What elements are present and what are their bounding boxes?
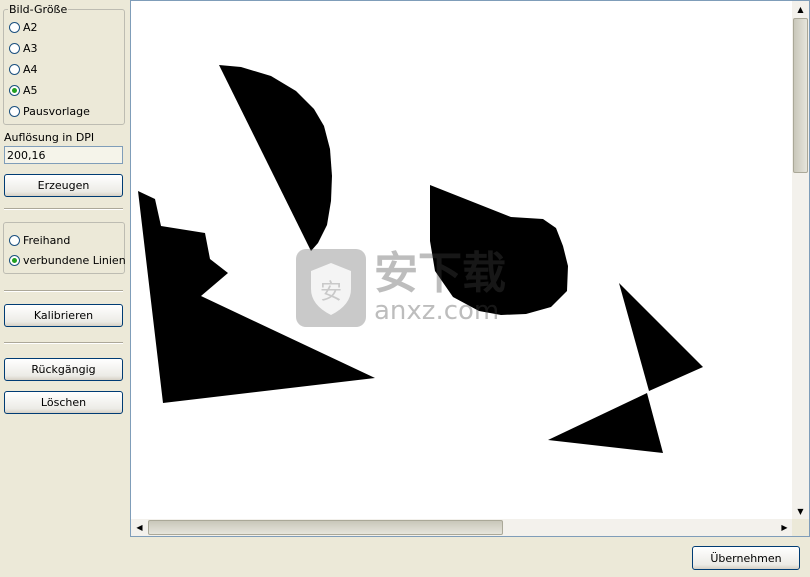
dpi-input[interactable] (4, 146, 123, 164)
shape-triangle-lower-right (548, 393, 663, 453)
vertical-scrollbar[interactable]: ▲ ▼ (792, 1, 809, 520)
svg-text:安: 安 (320, 280, 342, 305)
shape-triangle-upper-right (619, 283, 703, 391)
watermark-text: 安下载 anxz.com (374, 248, 506, 326)
apply-button[interactable]: Übernehmen (692, 546, 800, 570)
size-grip-icon[interactable] (792, 519, 809, 536)
dpi-label: Auflösung in DPI (4, 131, 95, 144)
watermark-shield-icon: 安 (296, 249, 366, 327)
watermark-brand: 安下载 (374, 248, 506, 299)
scroll-up-arrow-icon[interactable]: ▲ (792, 1, 809, 18)
radio-freihand-indicator[interactable] (9, 234, 20, 246)
size-group-legend: Bild-Größe (9, 3, 68, 16)
radio-a5-indicator[interactable] (9, 84, 20, 96)
watermark: 安 安下载 anxz.com (296, 249, 506, 327)
radio-a3-label: A3 (23, 41, 38, 55)
radio-a4[interactable]: A4 (9, 61, 38, 77)
shape-half-disc (219, 65, 332, 251)
watermark-domain: anxz.com (374, 296, 500, 326)
scroll-down-arrow-icon[interactable]: ▼ (792, 503, 809, 520)
left-panel: Bild-Größe A2 A3 A4 A5 Pausvorlage Auflö… (0, 0, 130, 537)
bottom-bar (0, 537, 810, 577)
radio-a4-label: A4 (23, 62, 38, 76)
radio-a4-indicator[interactable] (9, 63, 20, 75)
scroll-right-arrow-icon[interactable]: ▶ (776, 519, 793, 536)
radio-verbundene-linien-indicator[interactable] (9, 254, 20, 266)
radio-a2[interactable]: A2 (9, 19, 38, 35)
calibrate-button[interactable]: Kalibrieren (4, 304, 123, 327)
radio-a5[interactable]: A5 (9, 82, 38, 98)
delete-button[interactable]: Löschen (4, 391, 123, 414)
undo-button[interactable]: Rückgängig (4, 358, 123, 381)
drawing-canvas-frame: 安 安下载 anxz.com ▲ ▼ ◀ ▶ (130, 0, 810, 537)
radio-freihand[interactable]: Freihand (9, 232, 70, 248)
radio-freihand-label: Freihand (23, 233, 71, 247)
radio-a3-indicator[interactable] (9, 42, 20, 54)
radio-a5-label: A5 (23, 83, 38, 97)
vertical-scroll-thumb[interactable] (793, 18, 808, 173)
divider (4, 290, 123, 292)
generate-button[interactable]: Erzeugen (4, 174, 123, 197)
radio-a3[interactable]: A3 (9, 40, 38, 56)
horizontal-scrollbar[interactable]: ◀ ▶ (131, 519, 793, 536)
divider (4, 208, 123, 210)
radio-a2-indicator[interactable] (9, 21, 20, 33)
radio-pausvorlage[interactable]: Pausvorlage (9, 103, 90, 119)
scroll-left-arrow-icon[interactable]: ◀ (131, 519, 148, 536)
drawing-canvas[interactable]: 安 安下载 anxz.com (131, 1, 793, 520)
radio-verbundene-linien[interactable]: verbundene Linien (9, 252, 126, 268)
radio-verbundene-linien-label: verbundene Linien (23, 253, 126, 267)
radio-pausvorlage-indicator[interactable] (9, 105, 20, 117)
radio-a2-label: A2 (23, 20, 38, 34)
horizontal-scroll-thumb[interactable] (148, 520, 503, 535)
radio-pausvorlage-label: Pausvorlage (23, 104, 90, 118)
divider (4, 342, 123, 344)
